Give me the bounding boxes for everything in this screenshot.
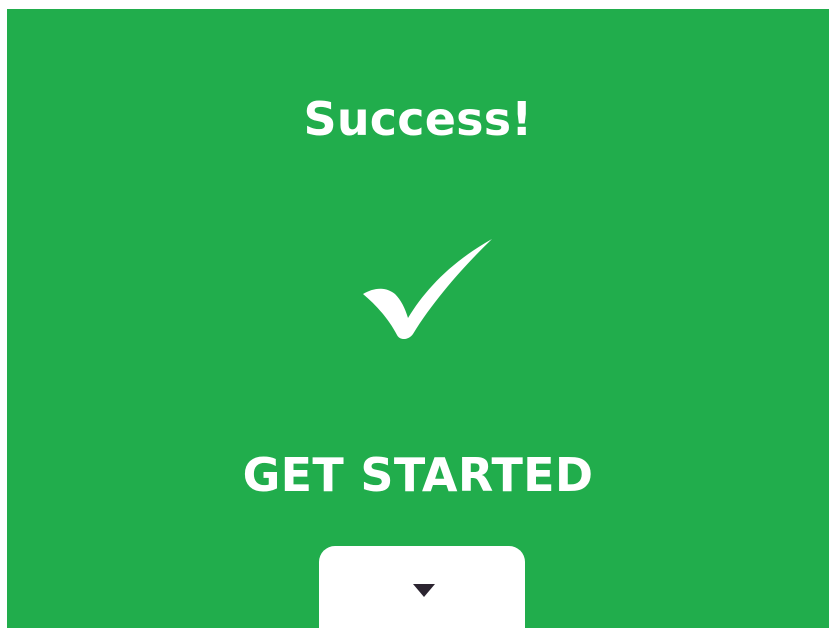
success-panel: Success! GET STARTED bbox=[7, 9, 829, 628]
caret-down-icon bbox=[413, 584, 435, 597]
expand-tab[interactable] bbox=[319, 546, 525, 628]
success-title: Success! bbox=[303, 92, 533, 146]
get-started-button[interactable]: GET STARTED bbox=[7, 449, 829, 501]
checkmark-icon bbox=[359, 238, 495, 340]
